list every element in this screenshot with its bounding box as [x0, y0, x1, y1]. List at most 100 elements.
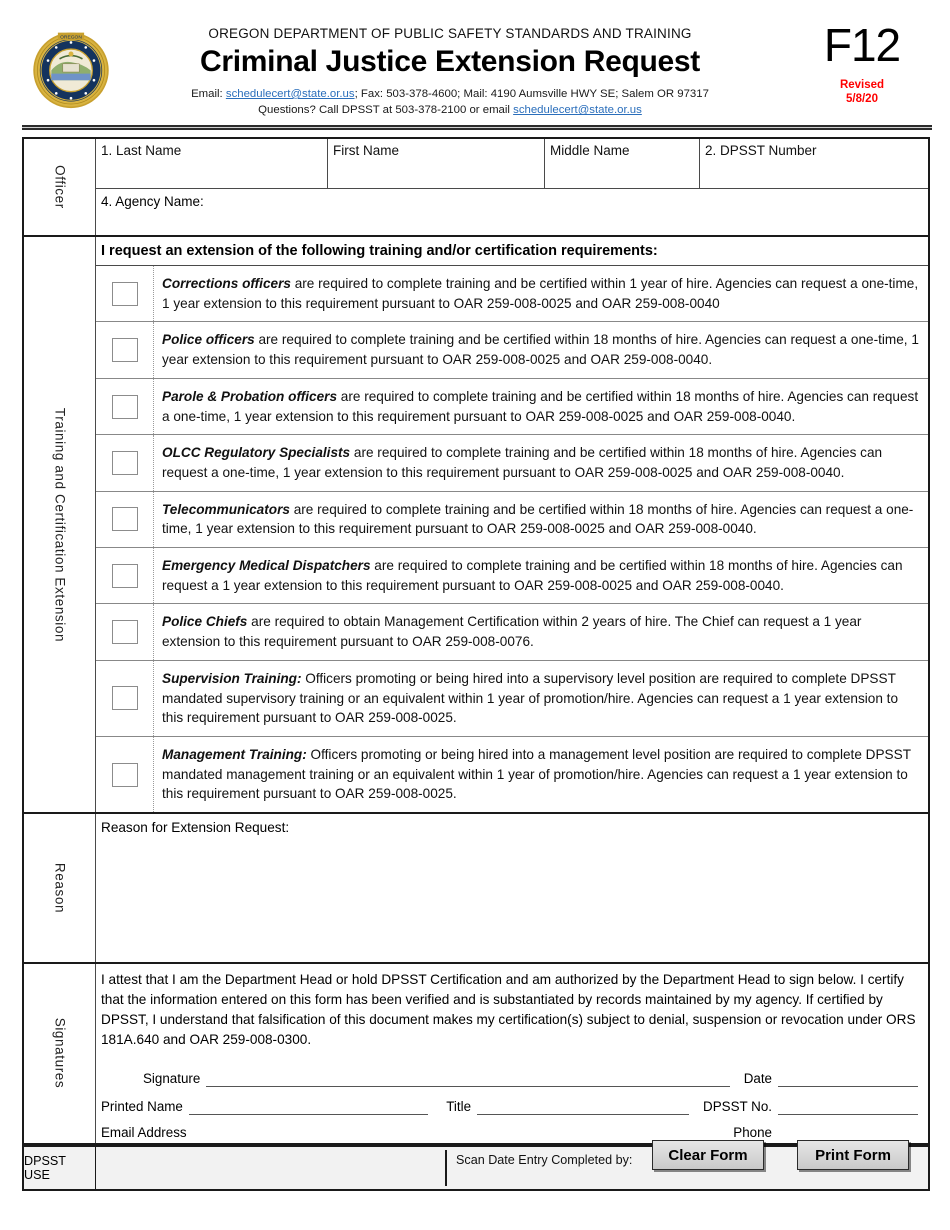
- list-item[interactable]: Police officers are required to complete…: [96, 322, 928, 379]
- dpsst-no-input[interactable]: [778, 1097, 918, 1115]
- title-label: Title: [446, 1098, 472, 1114]
- list-item-lead: OLCC Regulatory Specialists: [162, 445, 351, 461]
- checkbox-cell[interactable]: [96, 548, 154, 604]
- section-training: Training and Certification Extension I r…: [24, 237, 928, 815]
- middle-name-label: Middle Name: [550, 143, 630, 158]
- attestation-text: I attest that I am the Department Head o…: [101, 972, 916, 1048]
- checkbox-police-chiefs[interactable]: [111, 620, 138, 645]
- list-item[interactable]: Emergency Medical Dispatchers are requir…: [96, 548, 928, 605]
- training-body: I request an extension of the following …: [96, 237, 928, 813]
- contact-info: Email: schedulecert@state.or.us; Fax: 50…: [120, 86, 780, 118]
- email-link-2[interactable]: schedulecert@state.or.us: [513, 104, 642, 116]
- signatures-side-tab: Signatures: [24, 964, 96, 1143]
- print-form-button[interactable]: Print Form: [797, 1140, 909, 1170]
- list-item[interactable]: Supervision Training: Officers promoting…: [96, 660, 928, 737]
- list-item-text: Parole & Probation officers are required…: [154, 379, 928, 434]
- checkbox-police-officers[interactable]: [111, 338, 138, 363]
- dpsst-use-label: DPSST USE: [24, 1146, 96, 1189]
- phone-input[interactable]: [778, 1123, 918, 1141]
- section-officer: Officer 1. Last Name First Name Middle N…: [24, 139, 928, 237]
- form-frame: Officer 1. Last Name First Name Middle N…: [22, 137, 930, 1191]
- checkbox-cell[interactable]: [96, 604, 154, 660]
- checkbox-management-training[interactable]: [111, 762, 138, 787]
- list-item-lead: Police officers: [162, 332, 255, 348]
- list-item-text: Supervision Training: Officers promoting…: [154, 661, 928, 736]
- reason-side-label: Reason: [52, 862, 67, 914]
- list-item-text: Corrections officers are required to com…: [154, 266, 928, 321]
- checkbox-telecommunicators[interactable]: [111, 507, 138, 532]
- list-item-text: OLCC Regulatory Specialists are required…: [154, 435, 928, 490]
- last-name-label: 1. Last Name: [101, 143, 182, 158]
- checkbox-cell[interactable]: [96, 266, 154, 322]
- list-item[interactable]: Parole & Probation officers are required…: [96, 378, 928, 436]
- reason-side-tab: Reason: [24, 814, 96, 963]
- dpsst-field-1[interactable]: [99, 1149, 447, 1186]
- officer-side-label: Officer: [52, 165, 67, 209]
- officer-body: 1. Last Name First Name Middle Name 2. D…: [96, 139, 928, 235]
- list-item[interactable]: Corrections officers are required to com…: [96, 266, 928, 323]
- training-side-tab: Training and Certification Extension: [24, 237, 96, 813]
- list-item-lead: Emergency Medical Dispatchers: [162, 558, 371, 574]
- reason-textarea[interactable]: Reason for Extension Request:: [96, 814, 928, 962]
- list-item-text: Telecommunicators are required to comple…: [154, 492, 928, 547]
- email-address-input[interactable]: [193, 1123, 720, 1141]
- list-item-text: Police Chiefs are required to obtain Man…: [154, 604, 928, 659]
- header-center: OREGON DEPARTMENT OF PUBLIC SAFETY STAND…: [120, 26, 780, 118]
- printed-name-label: Printed Name: [101, 1098, 183, 1114]
- middle-name-field[interactable]: Middle Name: [545, 139, 700, 188]
- list-item[interactable]: Telecommunicators are required to comple…: [96, 491, 928, 549]
- officer-side-tab: Officer: [24, 139, 96, 235]
- checkbox-cell[interactable]: [96, 378, 154, 435]
- signatures-side-label: Signatures: [52, 1018, 67, 1089]
- list-item-body: are required to obtain Management Certif…: [162, 614, 862, 650]
- email-phone-row: Email Address Phone: [101, 1115, 918, 1141]
- checkbox-olcc-regulatory-specialists[interactable]: [111, 450, 138, 475]
- contact-line-2: Questions? Call DPSST at 503-378-2100 or…: [120, 102, 780, 118]
- scan-date-entry-label: Scan Date Entry Completed by:: [456, 1152, 633, 1167]
- checkbox-cell[interactable]: [96, 736, 154, 813]
- signatures-body: I attest that I am the Department Head o…: [96, 964, 928, 1142]
- email-link[interactable]: schedulecert@state.or.us: [226, 88, 355, 100]
- dpsst-no-label: DPSST No.: [703, 1098, 772, 1114]
- checkbox-cell[interactable]: [96, 491, 154, 548]
- list-item[interactable]: Police Chiefs are required to obtain Man…: [96, 604, 928, 661]
- svg-text:OREGON: OREGON: [60, 34, 82, 40]
- list-item[interactable]: OLCC Regulatory Specialists are required…: [96, 435, 928, 492]
- signature-date-row: Signature Date: [101, 1059, 918, 1087]
- printed-name-input[interactable]: [188, 1097, 429, 1115]
- checkbox-parole-probation-officers[interactable]: [111, 394, 138, 419]
- department-name: OREGON DEPARTMENT OF PUBLIC SAFETY STAND…: [208, 26, 692, 41]
- last-name-field[interactable]: 1. Last Name: [96, 139, 328, 188]
- training-side-label: Training and Certification Extension: [52, 407, 67, 642]
- contact-rest: ; Fax: 503-378-4600; Mail: 4190 Aumsvill…: [354, 88, 709, 100]
- checkbox-cell[interactable]: [96, 435, 154, 491]
- checkbox-supervision-training[interactable]: [111, 686, 138, 711]
- signature-label: Signature: [143, 1070, 201, 1086]
- revised-date: 5/8/20: [846, 93, 878, 106]
- checkbox-corrections-officers[interactable]: [111, 281, 138, 306]
- checkbox-cell[interactable]: [96, 322, 154, 378]
- list-item-lead: Corrections officers: [162, 276, 291, 291]
- title-input[interactable]: [477, 1097, 690, 1115]
- first-name-field[interactable]: First Name: [328, 139, 545, 188]
- form-page: OREGON OREGON DEPARTMENT OF PUBLIC SAFET…: [0, 0, 950, 1230]
- agency-name-field[interactable]: 4. Agency Name:: [96, 189, 928, 235]
- checkbox-cell[interactable]: [96, 660, 154, 736]
- list-item-text: Police officers are required to complete…: [154, 322, 928, 377]
- email-label: Email:: [191, 88, 226, 100]
- list-item[interactable]: Management Training: Officers promoting …: [96, 736, 928, 813]
- list-item-text: Emergency Medical Dispatchers are requir…: [154, 548, 928, 603]
- revised-stamp: Revised 5/8/20: [792, 78, 932, 107]
- date-input[interactable]: [778, 1069, 918, 1087]
- checkbox-emergency-medical-dispatchers[interactable]: [111, 563, 138, 588]
- training-intro: I request an extension of the following …: [96, 237, 928, 266]
- first-name-label: First Name: [333, 143, 400, 158]
- dpsst-seal-logo: OREGON: [30, 22, 112, 122]
- clear-form-button[interactable]: Clear Form: [652, 1140, 764, 1170]
- contact-line-1: Email: schedulecert@state.or.us; Fax: 50…: [120, 86, 780, 102]
- signature-input[interactable]: [206, 1069, 730, 1087]
- list-item-lead: Supervision Training:: [162, 670, 302, 686]
- dpsst-number-field[interactable]: 2. DPSST Number: [700, 139, 928, 188]
- questions-label: Questions? Call DPSST at 503-378-2100 or…: [258, 104, 514, 117]
- officer-name-row: 1. Last Name First Name Middle Name 2. D…: [96, 139, 928, 189]
